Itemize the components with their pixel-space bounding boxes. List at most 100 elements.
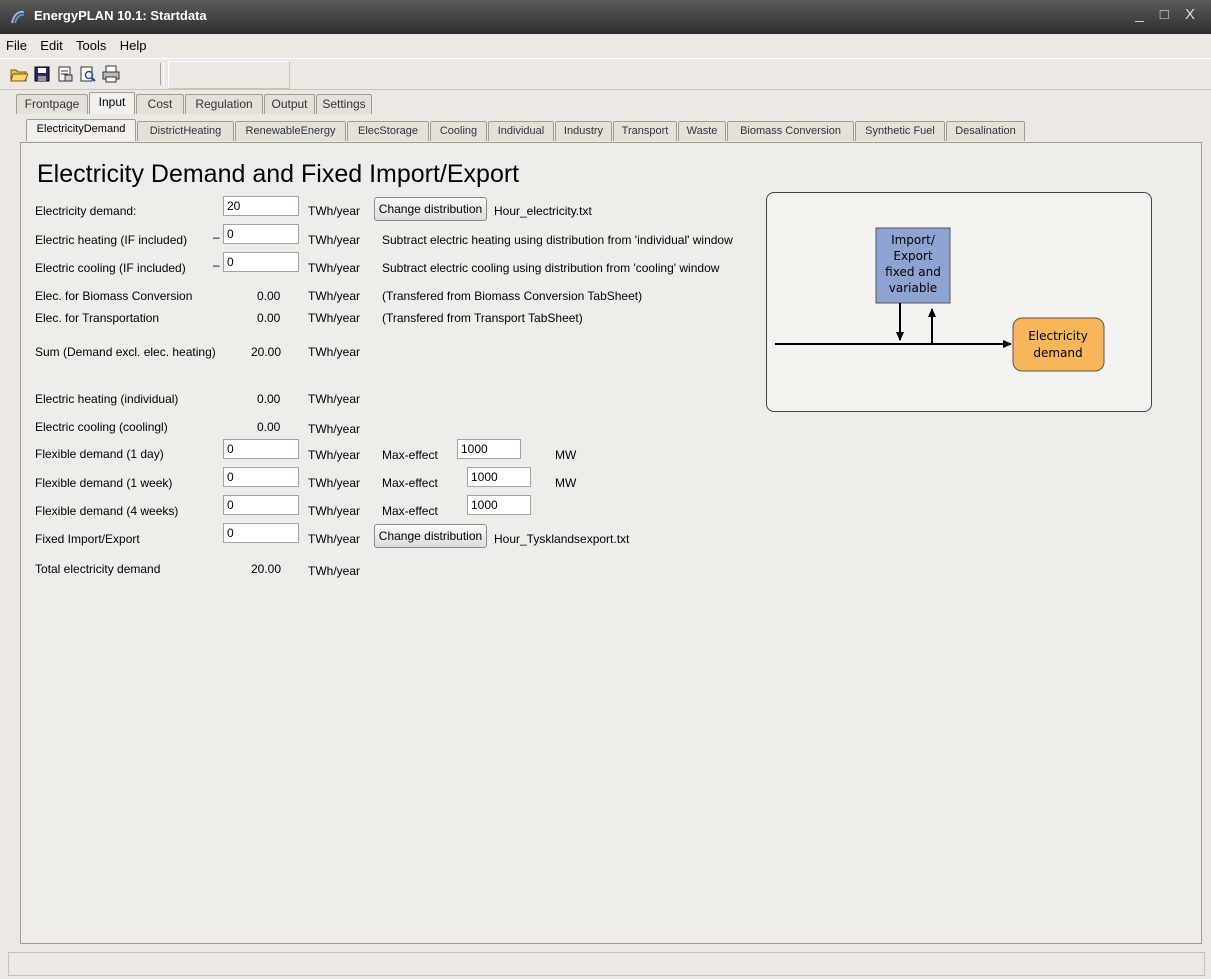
open-icon[interactable] — [10, 65, 28, 83]
minus-sign: – — [213, 258, 220, 272]
menu-tools[interactable]: Tools — [72, 36, 110, 55]
unit-label: TWh/year — [308, 476, 361, 490]
tab-individual[interactable]: Individual — [488, 121, 554, 141]
import-export-line2: Export — [893, 249, 933, 263]
mw-label: MW — [555, 476, 577, 490]
sum-label: Sum (Demand excl. elec. heating) — [35, 345, 216, 359]
electricity-demand-line1: Electricity — [1028, 329, 1088, 343]
electric-cooling-note: Subtract electric cooling using distribu… — [382, 261, 720, 275]
electricity-demand-label: Electricity demand: — [35, 204, 137, 218]
tab-regulation[interactable]: Regulation — [185, 94, 263, 114]
tab-industry[interactable]: Industry — [555, 121, 612, 141]
total-value: 20.00 — [251, 562, 282, 576]
biomass-conversion-label: Elec. for Biomass Conversion — [35, 289, 193, 303]
flex-4weeks-input[interactable]: 0 — [223, 495, 299, 515]
unit-label: TWh/year — [308, 204, 361, 218]
window-controls[interactable]: _ □ X — [1135, 6, 1201, 23]
tab-input[interactable]: Input — [89, 92, 135, 114]
unit-label: TWh/year — [308, 532, 361, 546]
electric-heating-note: Subtract electric heating using distribu… — [382, 233, 733, 247]
unit-label: TWh/year — [308, 564, 361, 578]
flex-1day-label: Flexible demand (1 day) — [35, 447, 164, 461]
window-title: EnergyPLAN 10.1: Startdata — [34, 8, 207, 23]
electric-heating-label: Electric heating (IF included) — [35, 233, 188, 247]
tab-biomass-conversion[interactable]: Biomass Conversion — [727, 121, 854, 141]
unit-label: TWh/year — [308, 233, 361, 247]
toolbar — [0, 58, 1211, 90]
electric-heating-input[interactable]: 0 — [223, 224, 299, 244]
change-distribution-button[interactable]: Change distribution — [374, 197, 487, 221]
print-preview-icon[interactable] — [79, 65, 97, 83]
electricity-demand-input[interactable]: 20 — [223, 196, 299, 216]
unit-label: TWh/year — [308, 392, 361, 406]
import-export-line4: variable — [889, 281, 937, 295]
import-export-line1: Import/ — [891, 233, 936, 247]
electric-cooling-input[interactable]: 0 — [223, 252, 299, 272]
sum-value: 20.00 — [251, 345, 282, 359]
tab-transport[interactable]: Transport — [613, 121, 677, 141]
max-effect-label: Max-effect — [382, 504, 438, 518]
transportation-value: 0.00 — [257, 311, 281, 325]
title-bar[interactable]: EnergyPLAN 10.1: Startdata _ □ X — [0, 0, 1211, 34]
flex-1day-max-effect-input[interactable]: 1000 — [457, 439, 521, 459]
tab-settings[interactable]: Settings — [316, 94, 372, 114]
page-title: Electricity Demand and Fixed Import/Expo… — [37, 160, 520, 188]
max-effect-label: Max-effect — [382, 476, 438, 490]
import-export-distribution-file: Hour_Tysklandsexport.txt — [494, 532, 630, 546]
flex-4weeks-max-effect-input[interactable]: 1000 — [467, 495, 531, 515]
unit-label: TWh/year — [308, 311, 361, 325]
cooling-coolingl-value: 0.00 — [257, 420, 281, 434]
max-effect-label: Max-effect — [382, 448, 438, 462]
mw-label: MW — [555, 448, 577, 462]
tab-waste[interactable]: Waste — [678, 121, 726, 141]
tab-output[interactable]: Output — [264, 94, 315, 114]
cooling-coolingl-label: Electric cooling (coolingl) — [35, 420, 168, 434]
toolbar-strip — [168, 61, 290, 89]
flow-diagram-svg: Import/ Export fixed and variable Electr… — [775, 227, 1105, 372]
save-icon[interactable] — [33, 65, 51, 83]
tab-renewable-energy[interactable]: RenewableEnergy — [235, 121, 346, 141]
biomass-conversion-value: 0.00 — [257, 289, 281, 303]
tab-desalination[interactable]: Desalination — [946, 121, 1025, 141]
tab-cooling[interactable]: Cooling — [430, 121, 487, 141]
unit-label: TWh/year — [308, 289, 361, 303]
flex-4weeks-label: Flexible demand (4 weeks) — [35, 504, 179, 518]
app-logo-icon — [11, 10, 25, 24]
electricity-distribution-file: Hour_electricity.txt — [494, 204, 592, 218]
tab-electricity-demand[interactable]: ElectricityDemand — [26, 119, 136, 141]
electricity-demand-line2: demand — [1033, 346, 1082, 360]
flex-1day-input[interactable]: 0 — [223, 439, 299, 459]
properties-icon[interactable] — [56, 65, 74, 83]
total-label: Total electricity demand — [35, 562, 161, 576]
menu-bar: File Edit Tools Help — [0, 36, 1211, 58]
menu-file[interactable]: File — [2, 36, 31, 55]
electric-cooling-label: Electric cooling (IF included) — [35, 261, 186, 275]
tab-cost[interactable]: Cost — [136, 94, 184, 114]
flow-diagram: Import/ Export fixed and variable Electr… — [766, 192, 1152, 412]
unit-label: TWh/year — [308, 504, 361, 518]
biomass-conversion-note: (Transfered from Biomass Conversion TabS… — [382, 289, 643, 303]
tab-synthetic-fuel[interactable]: Synthetic Fuel — [855, 121, 945, 141]
flex-1week-input[interactable]: 0 — [223, 467, 299, 487]
fixed-import-export-input[interactable]: 0 — [223, 523, 299, 543]
transportation-note: (Transfered from Transport TabSheet) — [382, 311, 583, 325]
flex-1week-max-effect-input[interactable]: 1000 — [467, 467, 531, 487]
tab-district-heating[interactable]: DistrictHeating — [137, 121, 234, 141]
menu-edit[interactable]: Edit — [36, 36, 66, 55]
menu-help[interactable]: Help — [116, 36, 151, 55]
tab-frontpage[interactable]: Frontpage — [16, 94, 88, 114]
toolbar-separator — [160, 63, 164, 85]
electricity-demand-box — [1012, 317, 1105, 372]
change-distribution-button-import[interactable]: Change distribution — [374, 524, 487, 548]
tab-elec-storage[interactable]: ElecStorage — [347, 121, 429, 141]
transportation-label: Elec. for Transportation — [35, 311, 160, 325]
print-icon[interactable] — [102, 65, 120, 83]
heating-individual-value: 0.00 — [257, 392, 281, 406]
app-window: EnergyPLAN 10.1: Startdata _ □ X File Ed… — [0, 0, 1211, 979]
minus-sign: – — [213, 230, 220, 244]
unit-label: TWh/year — [308, 345, 361, 359]
flex-1week-label: Flexible demand (1 week) — [35, 476, 173, 490]
heating-individual-label: Electric heating (individual) — [35, 392, 179, 406]
unit-label: TWh/year — [308, 422, 361, 436]
import-export-line3: fixed and — [885, 265, 941, 279]
